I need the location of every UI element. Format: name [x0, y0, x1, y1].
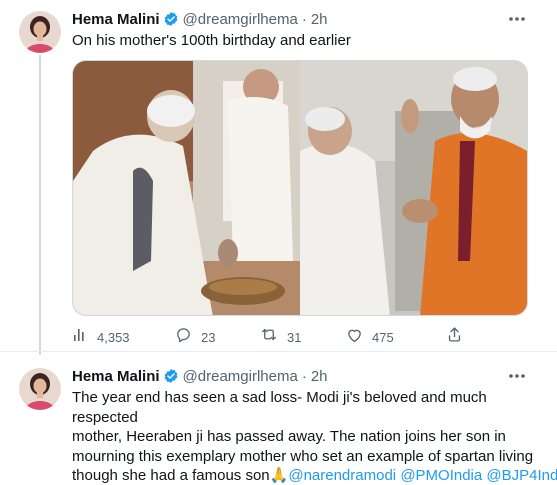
author-name[interactable]: Hema Malini — [72, 368, 160, 385]
reply-count: 23 — [201, 329, 216, 345]
retweet-button[interactable]: 31 — [260, 327, 301, 347]
retweet-icon — [260, 326, 278, 348]
analytics-icon — [72, 327, 88, 348]
tweet-text: The year end has seen a sad loss- Modi j… — [72, 388, 557, 485]
verified-badge-icon — [163, 11, 179, 27]
retweet-count: 31 — [287, 329, 302, 345]
timestamp[interactable]: 2h — [311, 368, 328, 385]
thread-connector — [39, 55, 41, 355]
author-name[interactable]: Hema Malini — [72, 11, 160, 28]
verified-badge-icon — [163, 368, 179, 384]
mention-link[interactable]: @narendramodi — [288, 467, 396, 484]
more-options-icon[interactable] — [505, 366, 529, 386]
separator-dot: · — [301, 367, 307, 385]
avatar[interactable] — [19, 368, 61, 410]
tweet-header: Hema Malini @dreamgirlhema · 2h — [72, 366, 328, 386]
tweet-media[interactable] — [72, 60, 528, 316]
author-handle[interactable]: @dreamgirlhema — [183, 11, 298, 28]
photo-mother-blessing[interactable] — [300, 61, 527, 315]
tweet-header: Hema Malini @dreamgirlhema · 2h — [72, 9, 328, 29]
like-button[interactable]: 475 — [346, 327, 394, 347]
avatar[interactable] — [19, 11, 61, 53]
tweet[interactable]: Hema Malini @dreamgirlhema · 2h On his m… — [0, 0, 557, 355]
reply-icon — [175, 326, 192, 348]
mention-link[interactable]: @BJP4India — [486, 467, 557, 484]
text-line: mother, Heeraben ji has passed away. The… — [72, 428, 506, 445]
tweet-divider — [0, 351, 557, 352]
share-button[interactable] — [446, 327, 463, 347]
views-count: 4,353 — [97, 329, 130, 345]
heart-icon — [346, 327, 363, 348]
views-stat[interactable]: 4,353 — [72, 327, 130, 347]
text-line: mourning this exemplary mother who set a… — [72, 447, 534, 465]
share-icon — [446, 326, 463, 348]
tweet-actions: 4,353 23 31 475 — [72, 327, 532, 347]
tweet-text: On his mother's 100th birthday and earli… — [72, 32, 351, 49]
photo-feet-washing[interactable] — [73, 61, 300, 315]
mention-link[interactable]: @PMOIndia — [400, 467, 482, 484]
timestamp[interactable]: 2h — [311, 11, 328, 28]
author-handle[interactable]: @dreamgirlhema — [183, 368, 298, 385]
more-options-icon[interactable] — [505, 9, 529, 29]
text-line-with-mentions: though she had a famous son🙏@narendramod… — [72, 466, 557, 485]
reply-button[interactable]: 23 — [175, 327, 215, 347]
like-count: 475 — [372, 329, 394, 345]
folded-hands-emoji: 🙏 — [269, 467, 289, 484]
text-line: though she had a famous son — [72, 467, 270, 484]
separator-dot: · — [301, 10, 307, 28]
text-line: The year end has seen a sad loss- Modi j… — [72, 389, 487, 426]
